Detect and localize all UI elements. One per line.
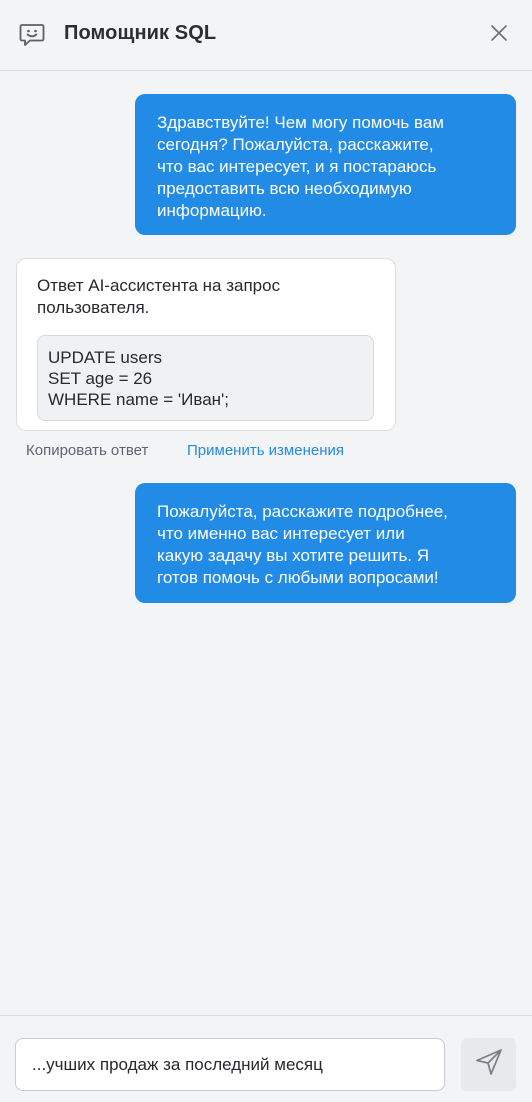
message-line: что именно вас интересует или bbox=[157, 524, 405, 543]
user-message: Здравствуйте! Чем могу помочь вам сегодн… bbox=[135, 94, 516, 235]
close-icon bbox=[490, 24, 508, 47]
message-line: предоставить всю необходимую bbox=[157, 179, 412, 198]
copy-answer-link[interactable]: Копировать ответ bbox=[26, 442, 148, 459]
code-line: UPDATE users bbox=[48, 348, 162, 367]
composer bbox=[0, 1015, 532, 1102]
send-icon bbox=[474, 1047, 504, 1082]
code-line: SET age = 26 bbox=[48, 369, 153, 388]
message-line: Пожалуйста, расскажите подробнее, bbox=[157, 502, 448, 521]
chat-smile-icon bbox=[18, 21, 46, 49]
apply-changes-link[interactable]: Применить изменения bbox=[187, 442, 344, 459]
code-line: WHERE name = 'Иван'; bbox=[48, 390, 230, 409]
sql-code-block[interactable]: UPDATE users SET age = 26 WHERE name = '… bbox=[37, 335, 374, 421]
message-line: какую задачу вы хотите решить. Я bbox=[157, 546, 430, 565]
assistant-message-text: Ответ AI-ассистента на запрос пользовате… bbox=[37, 275, 375, 319]
close-button[interactable] bbox=[484, 20, 514, 50]
message-line: сегодня? Пожалуйста, расскажите, bbox=[157, 135, 434, 154]
send-button[interactable] bbox=[461, 1038, 516, 1091]
message-line: готов помочь с любыми вопросами! bbox=[157, 568, 439, 587]
message-line: что вас интересует, и я постараюсь bbox=[157, 157, 437, 176]
assistant-message: Ответ AI-ассистента на запрос пользовате… bbox=[16, 258, 396, 431]
message-input[interactable] bbox=[15, 1038, 445, 1091]
message-line: пользователя. bbox=[37, 298, 150, 317]
message-line: информацию. bbox=[157, 201, 267, 220]
message-line: Здравствуйте! Чем могу помочь вам bbox=[157, 113, 444, 132]
user-message: Пожалуйста, расскажите подробнее, что им… bbox=[135, 483, 516, 603]
chat-header: Помощник SQL bbox=[0, 0, 532, 71]
page-title: Помощник SQL bbox=[64, 22, 217, 44]
message-line: Ответ AI-ассистента на запрос bbox=[37, 276, 281, 295]
